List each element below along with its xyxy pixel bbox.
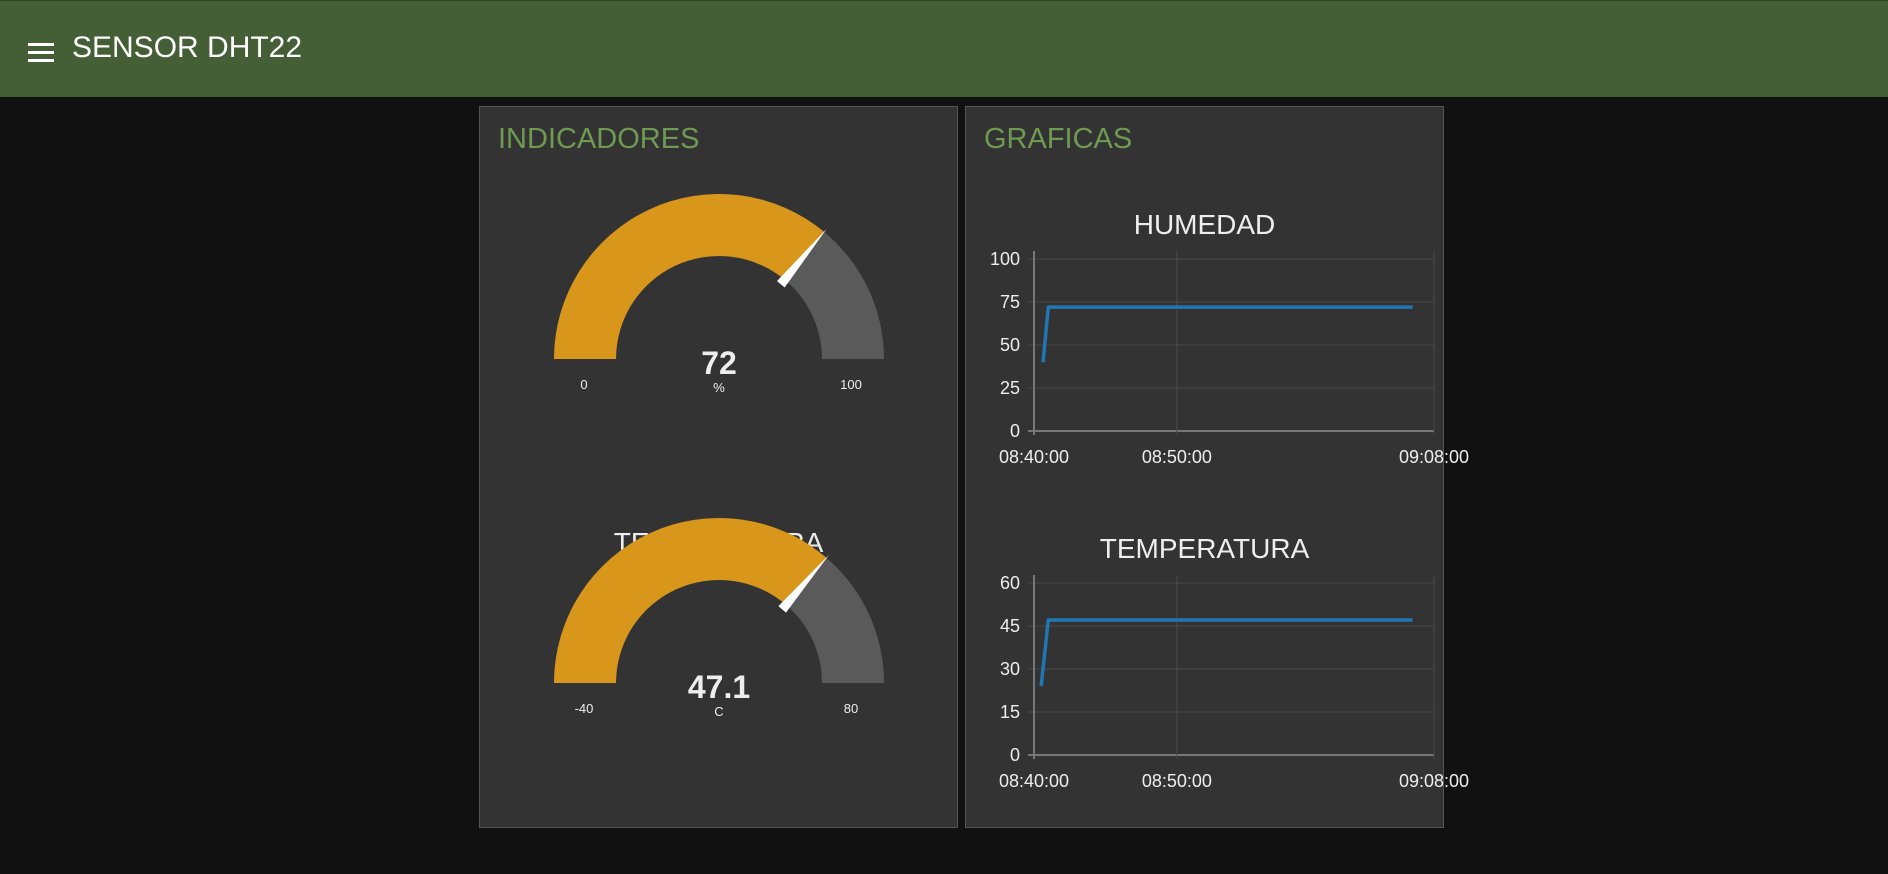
x-tick-label: 08:40:00 [999, 771, 1069, 791]
gauge-unit: % [713, 380, 725, 395]
gauge-unit: C [714, 704, 723, 719]
humedad-gauge: 72 % 0 100 [554, 194, 884, 395]
y-tick-label: 60 [1000, 573, 1020, 593]
humedad-chart-widget: HUMEDAD 0 25 50 75 100 08:40:00 08:50:00 09:08:… [966, 203, 1469, 503]
y-tick-label: 0 [1010, 745, 1020, 765]
x-tick-label: 09:08:00 [1399, 447, 1469, 467]
x-tick-label: 08:50:00 [1142, 447, 1212, 467]
temperatura-chart-widget: TEMPERATURA 0 15 30 45 60 08:40:00 08:50:00 09:… [966, 527, 1469, 827]
y-tick-label: 100 [990, 249, 1020, 269]
gauge-value: 47.1 [688, 669, 750, 705]
x-tick-label: 08:40:00 [999, 447, 1069, 467]
top-toolbar: SENSOR DHT22 [0, 0, 1888, 97]
y-tick-label: 15 [1000, 702, 1020, 722]
x-tick-label: 09:08:00 [1399, 771, 1469, 791]
y-tick-label: 50 [1000, 335, 1020, 355]
series-line [1039, 618, 1413, 687]
indicadores-title: INDICADORES [498, 123, 700, 155]
y-tick-label: 45 [1000, 616, 1020, 636]
series-line [1041, 305, 1413, 363]
y-tick-label: 30 [1000, 659, 1020, 679]
y-tick-label: 75 [1000, 292, 1020, 312]
gauge-max-label: 100 [840, 377, 862, 392]
gauge-max-label: 80 [844, 701, 858, 716]
gauge-value: 72 [701, 345, 737, 381]
indicadores-card: INDICADORES HUMEDAD 72 % 0 100 TEMPERATU… [479, 106, 958, 828]
graficas-title: GRAFICAS [984, 123, 1133, 155]
graficas-card: GRAFICAS HUMEDAD 0 25 50 75 100 08:40:00 08:50… [965, 106, 1469, 828]
humedad-line-chart: 0 25 50 75 100 08:40:00 08:50:00 09:08:00 [990, 249, 1469, 467]
temperatura-gauge: 47.1 C -40 80 [554, 518, 884, 719]
x-tick-label: 08:50:00 [1142, 771, 1212, 791]
gauge-min-label: 0 [580, 377, 587, 392]
y-tick-label: 25 [1000, 378, 1020, 398]
y-tick-label: 0 [1010, 421, 1020, 441]
hamburger-menu-icon[interactable] [26, 41, 56, 63]
app-title: SENSOR DHT22 [72, 31, 303, 64]
humedad-gauge-widget: HUMEDAD 72 % 0 100 [480, 194, 957, 437]
temperatura-line-chart: 0 15 30 45 60 08:40:00 08:50:00 09:08:00 [999, 573, 1469, 791]
gauge-min-label: -40 [575, 701, 594, 716]
temperatura-gauge-widget: TEMPERATURA 47.1 C -40 80 [480, 518, 957, 761]
